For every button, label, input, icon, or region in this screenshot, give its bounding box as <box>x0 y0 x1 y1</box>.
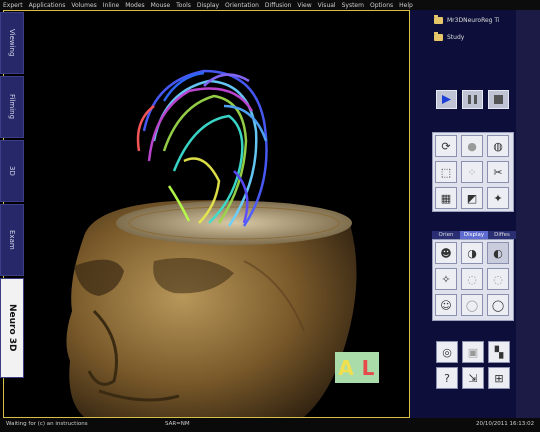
stop-button[interactable] <box>488 90 509 109</box>
shade-icon: ◯ <box>465 298 479 312</box>
status-mode: SAR=NM <box>165 421 190 427</box>
rotate-icon: ⟳ <box>441 139 451 153</box>
mip-view-button[interactable]: ◌ <box>461 268 483 290</box>
menu-options[interactable]: Options <box>367 2 396 9</box>
menu-modes[interactable]: Modes <box>122 2 147 9</box>
subtab-display[interactable]: Display <box>460 231 488 239</box>
subtab-orien[interactable]: Orien <box>432 231 460 239</box>
mip-icon: ◌ <box>467 272 477 286</box>
help-tool-button[interactable]: ? <box>436 367 458 389</box>
layout-tool-button[interactable]: ⊞ <box>488 367 510 389</box>
menu-visual[interactable]: Visual <box>315 2 339 9</box>
subtab-bar: Orien Display Diffes <box>432 231 516 239</box>
globe-icon: ◍ <box>493 139 503 153</box>
play-button[interactable] <box>436 90 457 109</box>
study-item-label: Study <box>447 34 465 41</box>
menu-tools[interactable]: Tools <box>173 2 194 9</box>
shade-view-button[interactable]: ◯ <box>461 294 483 316</box>
dots-icon: ⁘ <box>467 165 477 179</box>
play-icon <box>442 95 451 104</box>
folder-icon <box>434 15 443 24</box>
status-datetime: 20/10/2011 16:13:02 <box>476 421 535 427</box>
paste-tool-button[interactable]: ▣ <box>462 341 484 363</box>
bone-view-button[interactable]: ✧ <box>435 268 457 290</box>
subtab-diffes[interactable]: Diffes <box>488 231 516 239</box>
dots-tool-button[interactable]: ⁘ <box>461 161 483 183</box>
tab-3d[interactable]: 3D <box>0 140 24 202</box>
tab-exam[interactable]: Exam <box>0 204 24 276</box>
paste-icon: ▣ <box>467 345 479 359</box>
cut-icon: ✂ <box>493 165 503 179</box>
checker-icon: ▚ <box>494 345 504 359</box>
pause-button[interactable] <box>462 90 483 109</box>
tab-neuro-3d[interactable]: Neuro 3D <box>0 278 24 378</box>
status-bar: Waiting for (c) an instructions SAR=NM 2… <box>0 418 540 432</box>
vessel-view-button[interactable]: ◌ <box>487 268 509 290</box>
export-icon: ⇲ <box>468 371 478 385</box>
head-view-button[interactable]: ☻ <box>435 242 457 264</box>
export-tool-button[interactable]: ⇲ <box>462 367 484 389</box>
cube-tool-button[interactable]: ◩ <box>461 187 483 209</box>
blank-tool-button[interactable]: ● <box>461 135 483 157</box>
profile-view-button[interactable]: ☺ <box>435 294 457 316</box>
menu-mouse[interactable]: Mouse <box>148 2 173 9</box>
crop-icon: ⬚ <box>440 165 452 179</box>
surface-view-button[interactable]: ◐ <box>487 242 509 264</box>
bone-icon: ✧ <box>441 272 451 286</box>
orientation-marker: A L <box>335 352 379 383</box>
sphere-icon: ● <box>467 139 477 153</box>
menu-system[interactable]: System <box>339 2 367 9</box>
menu-bar: Expert Applications Volumes Inline Modes… <box>0 0 540 10</box>
grid-icon: ▦ <box>440 191 452 205</box>
volume-view-button[interactable]: ◑ <box>461 242 483 264</box>
menu-display[interactable]: Display <box>194 2 222 9</box>
status-message: Waiting for (c) an instructions <box>6 421 88 427</box>
volume-icon: ◑ <box>467 246 477 260</box>
series-item-label: Mr3DNeuroReg Ti <box>447 17 500 24</box>
grid-tool-button[interactable]: ▦ <box>435 187 457 209</box>
folder-icon <box>434 32 443 41</box>
stop-icon <box>494 95 503 104</box>
menu-inline[interactable]: Inline <box>100 2 122 9</box>
menu-help[interactable]: Help <box>396 2 416 9</box>
erase-icon: ◎ <box>442 345 452 359</box>
menu-view[interactable]: View <box>294 2 314 9</box>
cut-tool-button[interactable]: ✂ <box>487 161 509 183</box>
outline-icon: ◯ <box>491 298 505 312</box>
menu-volumes[interactable]: Volumes <box>68 2 99 9</box>
crop-tool-button[interactable]: ⬚ <box>435 161 457 183</box>
orientation-l-label: L <box>361 355 375 380</box>
layout-icon: ⊞ <box>494 371 504 385</box>
menu-expert[interactable]: Expert <box>0 2 26 9</box>
help-icon: ? <box>444 371 450 385</box>
tab-filming[interactable]: Filming <box>0 76 24 138</box>
orientation-a-label: A <box>338 355 354 380</box>
menu-orientation[interactable]: Orientation <box>222 2 262 9</box>
study-item[interactable]: Study <box>434 32 465 41</box>
head-icon: ☻ <box>440 246 452 260</box>
tab-viewing[interactable]: Viewing <box>0 12 24 74</box>
cube-icon: ◩ <box>466 191 478 205</box>
tab-strip <box>516 10 540 418</box>
light-icon: ✦ <box>493 191 503 205</box>
sphere-tool-button[interactable]: ◍ <box>487 135 509 157</box>
checker-tool-button[interactable]: ▚ <box>488 341 510 363</box>
rotate-tool-button[interactable]: ⟳ <box>435 135 457 157</box>
head-volume <box>66 200 357 417</box>
outline-view-button[interactable]: ◯ <box>487 294 509 316</box>
pause-icon <box>468 95 477 104</box>
erase-tool-button[interactable]: ◎ <box>436 341 458 363</box>
menu-applications[interactable]: Applications <box>26 2 69 9</box>
light-tool-button[interactable]: ✦ <box>487 187 509 209</box>
profile-icon: ☺ <box>440 298 452 312</box>
surface-icon: ◐ <box>493 246 503 260</box>
menu-diffusion[interactable]: Diffusion <box>262 2 295 9</box>
vessel-icon: ◌ <box>493 272 503 286</box>
series-item[interactable]: Mr3DNeuroReg Ti <box>434 15 500 24</box>
